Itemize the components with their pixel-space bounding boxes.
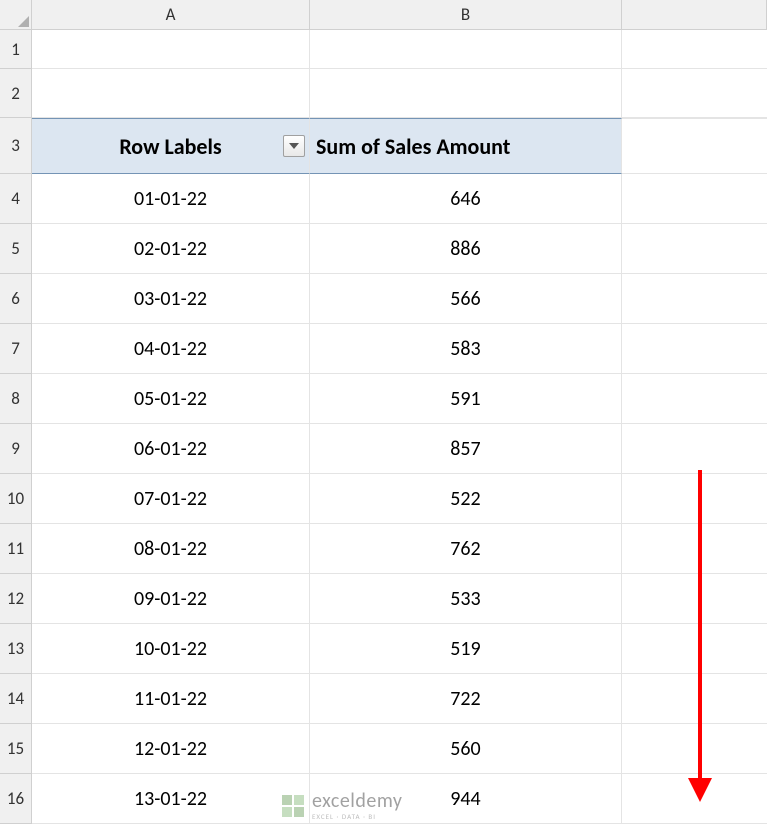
grid-row-2 [32, 69, 767, 118]
cell-date[interactable]: 02-01-22 [32, 224, 310, 274]
cell-c2[interactable] [622, 69, 767, 118]
cell-date[interactable]: 09-01-22 [32, 574, 310, 624]
cell-empty[interactable] [622, 674, 767, 724]
grid-row-6: 03-01-22 566 [32, 274, 767, 324]
grid-row-14: 11-01-22 722 [32, 674, 767, 724]
grid-row-15: 12-01-22 560 [32, 724, 767, 774]
cell-value[interactable]: 857 [310, 424, 622, 474]
row-header-15[interactable]: 15 [0, 724, 32, 774]
cell-value[interactable]: 519 [310, 624, 622, 674]
cell-a2[interactable] [32, 69, 310, 118]
grid-area: Row Labels Sum of Sales Amount 01-01-22 … [32, 30, 767, 824]
arrow-line-icon [698, 470, 702, 778]
row-header-1[interactable]: 1 [0, 30, 32, 69]
cell-value[interactable]: 591 [310, 374, 622, 424]
cell-value[interactable]: 522 [310, 474, 622, 524]
cell-empty[interactable] [622, 224, 767, 274]
row-header-13[interactable]: 13 [0, 624, 32, 674]
cell-empty[interactable] [622, 474, 767, 524]
watermark-logo-icon [280, 793, 306, 819]
cell-date[interactable]: 13-01-22 [32, 774, 310, 824]
spreadsheet: A B 1 2 3 4 5 6 7 8 9 10 11 12 13 14 15 … [0, 0, 767, 832]
grid-row-4: 01-01-22 646 [32, 174, 767, 224]
grid-row-12: 09-01-22 533 [32, 574, 767, 624]
cell-a1[interactable] [32, 30, 310, 69]
cell-b2[interactable] [310, 69, 622, 118]
watermark: exceldemy EXCEL · DATA · BI [280, 791, 402, 820]
cell-empty[interactable] [622, 424, 767, 474]
grid-row-13: 10-01-22 519 [32, 624, 767, 674]
cell-empty[interactable] [622, 574, 767, 624]
column-header-c[interactable] [622, 0, 767, 30]
grid-row-8: 05-01-22 591 [32, 374, 767, 424]
cell-value[interactable]: 762 [310, 524, 622, 574]
pivot-header-row: Row Labels Sum of Sales Amount [32, 118, 767, 174]
row-header-8[interactable]: 8 [0, 374, 32, 424]
cell-empty[interactable] [622, 174, 767, 224]
cell-date[interactable]: 06-01-22 [32, 424, 310, 474]
filter-dropdown-button[interactable] [283, 135, 305, 157]
row-labels-text: Row Labels [119, 133, 221, 160]
cell-empty[interactable] [622, 624, 767, 674]
watermark-tagline: EXCEL · DATA · BI [312, 813, 402, 820]
cell-date[interactable]: 12-01-22 [32, 724, 310, 774]
cell-value[interactable]: 533 [310, 574, 622, 624]
row-header-14[interactable]: 14 [0, 674, 32, 724]
row-header-16[interactable]: 16 [0, 774, 32, 824]
column-header-a[interactable]: A [32, 0, 310, 30]
cell-empty[interactable] [622, 274, 767, 324]
row-header-2[interactable]: 2 [0, 69, 32, 118]
row-header-6[interactable]: 6 [0, 274, 32, 324]
cell-b1[interactable] [310, 30, 622, 69]
grid-row-9: 06-01-22 857 [32, 424, 767, 474]
select-all-corner[interactable] [0, 0, 32, 30]
cell-empty[interactable] [622, 524, 767, 574]
grid-row-1 [32, 30, 767, 69]
cell-c1[interactable] [622, 30, 767, 69]
watermark-brand: exceldemy [312, 791, 402, 811]
row-header-9[interactable]: 9 [0, 424, 32, 474]
column-header-b[interactable]: B [310, 0, 622, 30]
cell-value[interactable]: 646 [310, 174, 622, 224]
cell-empty[interactable] [622, 374, 767, 424]
cell-value[interactable]: 722 [310, 674, 622, 724]
row-header-12[interactable]: 12 [0, 574, 32, 624]
grid-row-11: 08-01-22 762 [32, 524, 767, 574]
pivot-row-labels-header[interactable]: Row Labels [32, 118, 310, 174]
cell-date[interactable]: 01-01-22 [32, 174, 310, 224]
cell-date[interactable]: 08-01-22 [32, 524, 310, 574]
grid-row-7: 04-01-22 583 [32, 324, 767, 374]
row-headers: 1 2 3 4 5 6 7 8 9 10 11 12 13 14 15 16 [0, 30, 32, 824]
column-headers: A B [32, 0, 767, 30]
pivot-sum-header[interactable]: Sum of Sales Amount [310, 118, 622, 174]
cell-empty[interactable] [622, 324, 767, 374]
scroll-down-arrow-annotation [698, 470, 712, 802]
row-header-7[interactable]: 7 [0, 324, 32, 374]
select-all-triangle-icon [18, 16, 29, 27]
cell-empty[interactable] [622, 724, 767, 774]
cell-value[interactable]: 583 [310, 324, 622, 374]
arrow-head-icon [688, 778, 712, 802]
cell-date[interactable]: 11-01-22 [32, 674, 310, 724]
cell-date[interactable]: 03-01-22 [32, 274, 310, 324]
row-header-11[interactable]: 11 [0, 524, 32, 574]
cell-date[interactable]: 10-01-22 [32, 624, 310, 674]
cell-value[interactable]: 560 [310, 724, 622, 774]
grid-row-5: 02-01-22 886 [32, 224, 767, 274]
row-header-10[interactable]: 10 [0, 474, 32, 524]
cell-date[interactable]: 05-01-22 [32, 374, 310, 424]
cell-c3[interactable] [622, 118, 767, 174]
row-header-5[interactable]: 5 [0, 224, 32, 274]
cell-value[interactable]: 566 [310, 274, 622, 324]
grid-row-10: 07-01-22 522 [32, 474, 767, 524]
cell-date[interactable]: 04-01-22 [32, 324, 310, 374]
cell-date[interactable]: 07-01-22 [32, 474, 310, 524]
cell-value[interactable]: 886 [310, 224, 622, 274]
row-header-3[interactable]: 3 [0, 118, 32, 174]
watermark-text: exceldemy EXCEL · DATA · BI [312, 791, 402, 820]
row-header-4[interactable]: 4 [0, 174, 32, 224]
